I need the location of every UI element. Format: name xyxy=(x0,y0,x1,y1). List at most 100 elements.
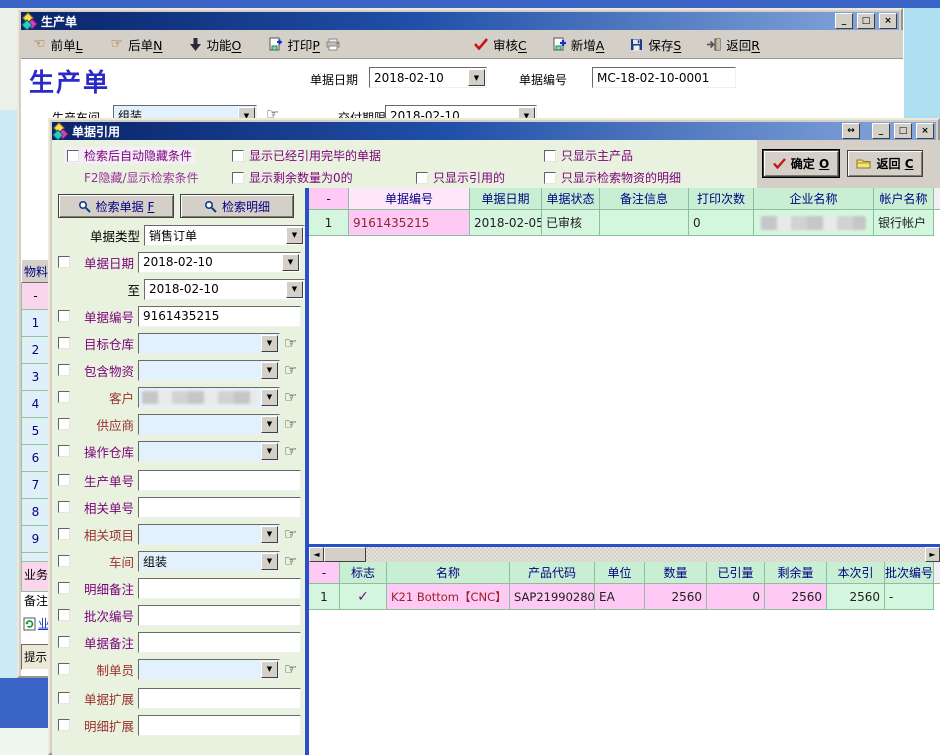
contains-material-combo[interactable]: ▼ xyxy=(138,360,280,381)
date-to-combo[interactable]: 2018-02-10▼ xyxy=(144,279,305,300)
row-header-partial[interactable] xyxy=(21,553,50,562)
detail-extend-input[interactable] xyxy=(138,715,301,736)
det-col-thistime[interactable]: 本次引 xyxy=(827,562,885,584)
row-header-9[interactable]: 9 xyxy=(21,526,50,553)
doc-no-search-input[interactable]: 9161435215 xyxy=(138,306,301,327)
checkbox[interactable] xyxy=(58,364,70,376)
material-grid-header[interactable]: 物料明细 xyxy=(21,259,50,283)
doc-col-docno[interactable]: 单据编号 xyxy=(349,188,470,210)
det-col-flag[interactable]: 标志 xyxy=(340,562,387,584)
main-window-titlebar[interactable]: 生产单 _ □ × xyxy=(21,12,899,30)
resize-toggle-button[interactable]: ↔ xyxy=(842,123,860,139)
checkbox[interactable] xyxy=(58,719,70,731)
picker-hand-icon[interactable]: ☞ xyxy=(284,336,297,351)
cb-only-main-product[interactable]: 只显示主产品 xyxy=(544,147,633,164)
scroll-right-arrow[interactable]: ► xyxy=(925,547,940,562)
new-button[interactable]: 新增A xyxy=(553,35,605,54)
checkbox[interactable] xyxy=(58,310,70,322)
det-col-left[interactable]: 剩余量 xyxy=(765,562,827,584)
dropdown-arrow-icon[interactable]: ▼ xyxy=(282,254,299,271)
batch-no-input[interactable] xyxy=(138,605,301,626)
cb-show-finished[interactable]: 显示已经引用完毕的单据 xyxy=(232,147,381,164)
doc-col-corner[interactable]: - xyxy=(309,188,349,210)
checkbox[interactable] xyxy=(544,150,556,162)
checkbox[interactable] xyxy=(58,663,70,675)
doc-col-printcount[interactable]: 打印次数 xyxy=(689,188,754,210)
doc-col-company[interactable]: 企业名称 xyxy=(754,188,874,210)
doc-remark-input[interactable] xyxy=(138,632,301,653)
row-header-8[interactable]: 8 xyxy=(21,499,50,526)
row-header-3[interactable]: 3 xyxy=(21,364,50,391)
scroll-thumb[interactable] xyxy=(324,547,366,562)
functions-button[interactable]: 功能O xyxy=(190,35,241,54)
detail-hscrollbar[interactable]: ◄ ► xyxy=(309,547,940,562)
det-col-qty[interactable]: 数量 xyxy=(645,562,707,584)
checkbox[interactable] xyxy=(58,692,70,704)
save-button[interactable]: 保存S xyxy=(630,35,681,54)
doc-col-status[interactable]: 单据状态 xyxy=(542,188,600,210)
cb-only-referenced[interactable]: 只显示引用的 xyxy=(416,169,505,186)
dialog-minimize-button[interactable]: _ xyxy=(872,123,890,139)
date-from-combo[interactable]: 2018-02-10▼ xyxy=(138,252,301,273)
picker-hand-icon[interactable]: ☞ xyxy=(284,527,297,542)
dialog-close-button[interactable]: × xyxy=(916,123,934,139)
checkbox[interactable] xyxy=(416,172,428,184)
back-button[interactable]: 返回 C xyxy=(847,150,923,177)
det-col-code[interactable]: 产品代码 xyxy=(510,562,595,584)
doc-col-account[interactable]: 帐户名称 xyxy=(874,188,934,210)
related-no-input[interactable] xyxy=(138,497,301,518)
checkbox[interactable] xyxy=(58,555,70,567)
checkbox[interactable] xyxy=(232,150,244,162)
production-no-input[interactable] xyxy=(138,470,301,491)
checkbox[interactable] xyxy=(544,172,556,184)
target-warehouse-combo[interactable]: ▼ xyxy=(138,333,280,354)
row-header-4[interactable]: 4 xyxy=(21,391,50,418)
dialog-titlebar[interactable]: 单据引用 ↔ _ □ × xyxy=(52,122,936,140)
row-header-5[interactable]: 5 xyxy=(21,418,50,445)
minimize-button[interactable]: _ xyxy=(835,13,853,29)
picker-hand-icon[interactable]: ☞ xyxy=(284,662,297,677)
dialog-maximize-button[interactable]: □ xyxy=(894,123,912,139)
cb-only-searched-detail[interactable]: 只显示检索物资的明细 xyxy=(544,169,681,186)
operate-warehouse-combo[interactable]: ▼ xyxy=(138,441,280,462)
dropdown-arrow-icon[interactable]: ▼ xyxy=(261,362,278,379)
checkbox[interactable] xyxy=(58,501,70,513)
checkbox[interactable] xyxy=(58,445,70,457)
checkbox[interactable] xyxy=(58,636,70,648)
business-link[interactable]: 业务 xyxy=(23,615,51,632)
detail-table-row[interactable]: 1 ✓ K21 Bottom【CNC】 SAP21990280B EA 2560… xyxy=(309,584,940,610)
checkbox[interactable] xyxy=(58,582,70,594)
picker-hand-icon[interactable]: ☞ xyxy=(284,390,297,405)
row-header-6[interactable]: 6 xyxy=(21,445,50,472)
search-detail-button[interactable]: 检索明细 xyxy=(180,194,294,218)
picker-hand-icon[interactable]: ☞ xyxy=(284,363,297,378)
dropdown-arrow-icon[interactable]: ▼ xyxy=(468,69,485,86)
doc-date-combo[interactable]: 2018-02-10▼ xyxy=(369,67,487,88)
dropdown-arrow-icon[interactable]: ▼ xyxy=(286,227,303,244)
supplier-combo[interactable]: ▼ xyxy=(138,414,280,435)
detail-remark-input[interactable] xyxy=(138,578,301,599)
dropdown-arrow-icon[interactable]: ▼ xyxy=(261,335,278,352)
det-col-unit[interactable]: 单位 xyxy=(595,562,645,584)
picker-hand-icon[interactable]: ☞ xyxy=(284,554,297,569)
dropdown-arrow-icon[interactable]: ▼ xyxy=(286,281,303,298)
dropdown-arrow-icon[interactable]: ▼ xyxy=(261,389,278,406)
checkbox[interactable] xyxy=(58,256,70,268)
picker-hand-icon[interactable]: ☞ xyxy=(284,444,297,459)
dropdown-arrow-icon[interactable]: ▼ xyxy=(261,416,278,433)
next-doc-button[interactable]: ☞ 后单N xyxy=(111,35,163,54)
scroll-left-arrow[interactable]: ◄ xyxy=(309,547,324,562)
print-button[interactable]: 打印P xyxy=(269,35,341,54)
customer-combo[interactable]: ▼ xyxy=(138,387,280,408)
det-col-batch[interactable]: 批次编号 xyxy=(885,562,934,584)
checkbox[interactable] xyxy=(58,609,70,621)
checkbox[interactable] xyxy=(58,474,70,486)
doc-col-date[interactable]: 单据日期 xyxy=(470,188,542,210)
related-project-combo[interactable]: ▼ xyxy=(138,524,280,545)
search-doc-button[interactable]: 检索单据 F xyxy=(58,194,174,218)
close-button[interactable]: × xyxy=(879,13,897,29)
checkbox[interactable] xyxy=(58,391,70,403)
checkbox[interactable] xyxy=(58,528,70,540)
row-header-7[interactable]: 7 xyxy=(21,472,50,499)
cb-auto-hide[interactable]: 检索后自动隐藏条件 xyxy=(64,147,195,164)
